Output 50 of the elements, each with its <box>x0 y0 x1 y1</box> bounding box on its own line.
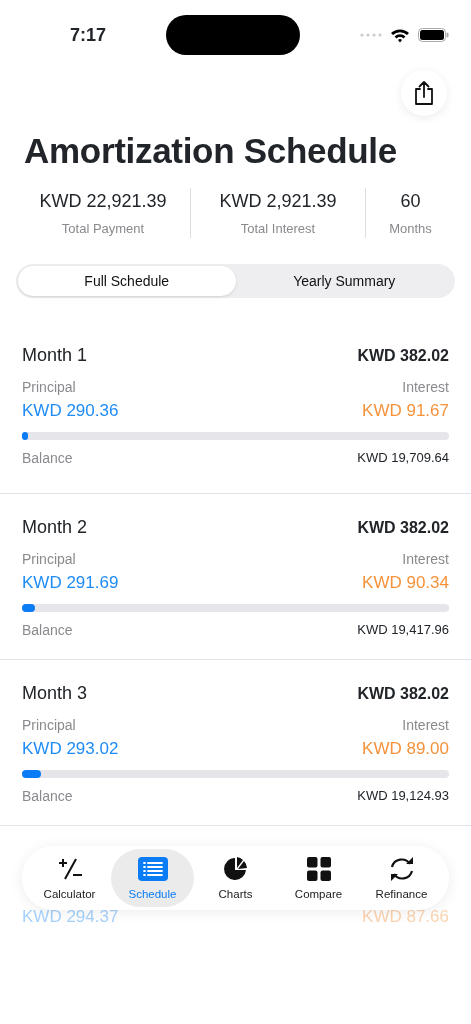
month-total: KWD 382.02 <box>357 517 449 538</box>
principal-label: Principal <box>22 716 76 735</box>
tab-bar-item[interactable]: Calculator <box>28 849 111 907</box>
balance-label: Balance <box>22 448 73 468</box>
summary-value: 60 <box>400 189 421 213</box>
summary-label: Months <box>389 219 432 238</box>
interest-label: Interest <box>402 378 449 397</box>
interest-value: KWD 91.67 <box>362 400 449 422</box>
interest-value: KWD 90.34 <box>362 572 449 594</box>
plus-minus-icon <box>56 857 83 882</box>
status-time: 7:17 <box>70 23 107 47</box>
summary-value: KWD 22,921.39 <box>39 189 167 213</box>
tab-bar-item[interactable]: Refinance <box>360 849 443 907</box>
battery-icon <box>418 28 449 42</box>
interest-value: KWD 89.00 <box>362 738 449 760</box>
month-total: KWD 382.02 <box>357 683 449 704</box>
principal-label: Principal <box>22 378 76 397</box>
pie-chart-icon <box>222 856 249 883</box>
principal-value: KWD 290.36 <box>22 400 119 422</box>
balance-label: Balance <box>22 786 73 806</box>
month-title: Month 1 <box>22 344 88 367</box>
balance-value: KWD 19,417.96 <box>357 621 449 640</box>
summary-label: Total Payment <box>61 219 145 238</box>
interest-label: Interest <box>402 550 449 569</box>
balance-value: KWD 19,124.93 <box>357 787 449 806</box>
principal-value: KWD 294.37 <box>22 906 119 928</box>
summary-value: KWD 2,921.39 <box>219 189 337 213</box>
month-title: Month 3 <box>22 682 88 705</box>
grid-icon <box>306 857 331 882</box>
interest-label: Interest <box>402 716 449 735</box>
summary-label: Total Interest <box>240 219 316 238</box>
segment-tab[interactable]: Yearly Summary <box>235 266 453 296</box>
tab-bar-item[interactable]: Compare <box>277 849 360 907</box>
share-icon <box>413 80 435 106</box>
month-title: Month 2 <box>22 516 88 539</box>
list-icon <box>137 857 168 882</box>
principal-value: KWD 291.69 <box>22 572 119 594</box>
wifi-icon <box>390 27 410 43</box>
month-total: KWD 382.02 <box>357 345 449 366</box>
tab-bar-item[interactable]: Charts <box>194 849 277 907</box>
principal-value: KWD 293.02 <box>22 738 119 760</box>
share-button[interactable] <box>401 70 447 116</box>
interest-value: KWD 87.66 <box>362 906 449 928</box>
signal-icon <box>360 33 382 37</box>
tab-bar-item[interactable]: Schedule <box>111 849 194 907</box>
page-title: Amortization Schedule <box>23 130 398 172</box>
segment-tab[interactable]: Full Schedule <box>18 266 236 296</box>
balance-value: KWD 19,709.64 <box>357 449 449 468</box>
balance-label: Balance <box>22 620 73 640</box>
principal-label: Principal <box>22 550 76 569</box>
